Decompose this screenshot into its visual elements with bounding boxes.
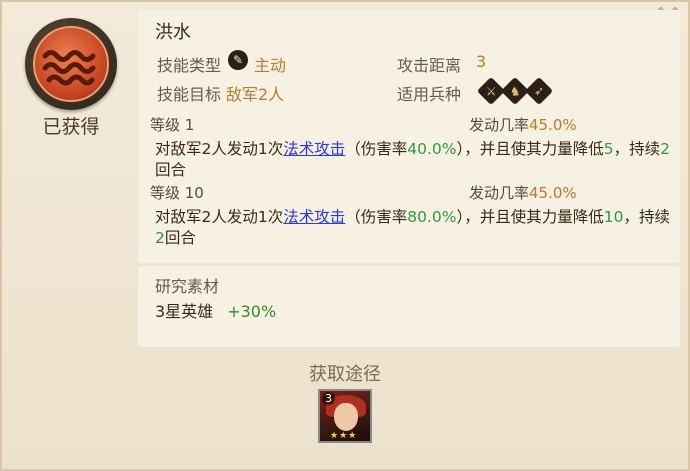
acquired-status: 已获得 [42, 116, 100, 138]
acquire-source-title: 获取途径 [309, 364, 381, 385]
level-10-description: 对敌军2人发动1次法术攻击（伤害率80.0%），并且使其力量降低10，持续2回合 [155, 208, 671, 247]
attack-range-value: 3 [476, 52, 487, 71]
material-item: 3星英雄 +30% [155, 302, 277, 321]
level-1-label: 等级 1 [150, 116, 195, 134]
skill-name: 洪水 [155, 22, 191, 43]
level-10-rate: 发动几率45.0% [469, 184, 577, 202]
wave-icon [33, 26, 109, 102]
hero-stars: ★★★ [330, 431, 358, 441]
skill-type-label: 技能类型 [157, 56, 222, 75]
skill-target-label: 技能目标 [157, 85, 222, 104]
attack-range-label: 攻击距离 [397, 56, 462, 75]
hero-level-badge: 3 [322, 392, 335, 405]
unit-types-label: 适用兵种 [397, 85, 462, 104]
level-1-description: 对敌军2人发动1次法术攻击（伤害率40.0%），并且使其力量降低5，持续2回合 [155, 140, 671, 179]
skill-type-value: 主动 [254, 56, 287, 75]
spell-attack-link[interactable]: 法术攻击 [283, 140, 345, 158]
materials-title: 研究素材 [155, 277, 220, 296]
spell-attack-link[interactable]: 法术攻击 [283, 208, 345, 226]
hero-portrait-button[interactable]: 3 ★★★ [318, 389, 372, 443]
skill-icon [25, 18, 117, 110]
level-1-rate: 发动几率45.0% [469, 116, 577, 134]
level-10-label: 等级 10 [150, 184, 204, 202]
active-skill-icon: ✎ [228, 50, 248, 70]
skill-target-value: 敌军2人 [226, 85, 285, 104]
material-bonus: +30% [227, 302, 277, 321]
hero-face [334, 403, 358, 431]
